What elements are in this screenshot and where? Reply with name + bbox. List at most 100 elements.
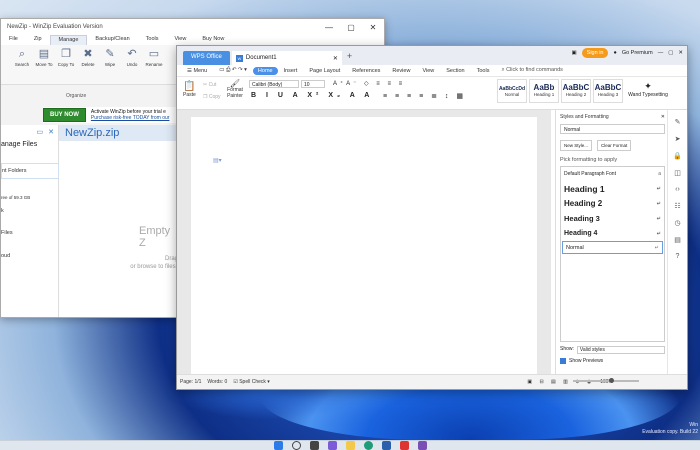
edit-icon[interactable]: ✎ (675, 118, 681, 126)
wand-typesetting-button[interactable]: ✦ Wand Typesetting (625, 81, 671, 98)
show-previews-row: Show Previews (560, 358, 665, 364)
tab-tools[interactable]: Tools (471, 68, 496, 74)
copy-button[interactable]: ❐ Copy (203, 94, 221, 100)
go-premium-link[interactable]: Go Premium (622, 50, 653, 56)
pane-close-icon[interactable]: ✕ (661, 114, 665, 120)
delete-button[interactable]: ✖ Delete (77, 48, 99, 67)
format-painter-button[interactable]: 🖌 Format Painter (225, 80, 245, 100)
tab-view[interactable]: View (167, 35, 195, 45)
store-icon[interactable] (381, 441, 391, 450)
wps-close-icon[interactable]: ✕ (678, 50, 683, 56)
close-pane-icon[interactable]: ✕ (48, 128, 54, 136)
style-item-heading-3[interactable]: Heading 3 ↵ (561, 211, 664, 226)
tab-section[interactable]: Section (440, 68, 470, 74)
wipe-button[interactable]: ✎ Wipe (99, 48, 121, 67)
tab-file[interactable]: File (1, 35, 26, 45)
command-search[interactable]: ⌕ Click to find commands (495, 67, 568, 74)
tab-zip[interactable]: Zip (26, 35, 50, 45)
quick-access-icons[interactable]: ▭ ⎙ ↶ ↷ ▾ (213, 67, 253, 74)
tab-home[interactable]: Home (252, 66, 278, 75)
zoom-handle[interactable] (609, 378, 614, 383)
new-tab-icon[interactable]: + (347, 51, 352, 61)
new-style-button[interactable]: New Style... (560, 140, 593, 151)
zoom-slider[interactable] (573, 378, 639, 383)
style-item-default-font[interactable]: Default Paragraph Font a (561, 167, 664, 181)
winzip-taskbar-icon[interactable] (417, 441, 427, 450)
sliders-icon[interactable]: ☷ (674, 202, 680, 210)
start-icon[interactable] (273, 441, 283, 450)
font-grow-shrink[interactable]: A⁺A⁻ ◇ ≡ ≡ ≡ (333, 80, 405, 87)
cursor-icon[interactable]: ➤ (675, 135, 681, 143)
current-style-select[interactable]: Normal (560, 124, 665, 134)
clear-format-button[interactable]: Clear Format (597, 140, 632, 151)
font-family-select[interactable]: Calibri (Body) (249, 80, 299, 88)
minimize-icon[interactable]: — (318, 23, 340, 32)
left-item-k[interactable]: k (1, 208, 4, 214)
show-label: Show: (560, 346, 574, 352)
paragraph-align-buttons[interactable]: ≡ ≡ ≡ ≡ ≣ ↕ ▦ (383, 92, 466, 100)
left-item-files[interactable]: Files (1, 230, 13, 236)
style-item-heading-1[interactable]: Heading 1 ↵ (561, 181, 664, 196)
copy-to-button[interactable]: ❐ Copy To (55, 48, 77, 67)
show-select[interactable]: Valid styles (576, 346, 665, 354)
edge-icon[interactable] (363, 441, 373, 450)
font-size-select[interactable]: 10 (301, 80, 325, 88)
dock-icon[interactable]: ▭ (37, 128, 44, 136)
cut-button[interactable]: ✂ Cut (203, 82, 216, 88)
style-item-heading-2[interactable]: Heading 2 ↵ (561, 196, 664, 211)
style-item-normal[interactable]: Normal ↵ (562, 241, 663, 254)
tab-buy-now[interactable]: Buy Now (194, 35, 232, 45)
tab-backup-clean[interactable]: Backup/Clean (87, 35, 137, 45)
tab-tools[interactable]: Tools (138, 35, 167, 45)
help-icon[interactable]: ? (676, 253, 680, 260)
style-heading-2[interactable]: AaBbC Heading 2 (561, 79, 591, 103)
show-filter: Show: Valid styles (560, 346, 665, 354)
purchase-link[interactable]: Purchase risk-free TODAY from our (91, 115, 170, 121)
wps-maximize-icon[interactable]: ▢ (668, 50, 673, 56)
explorer-icon[interactable] (345, 441, 355, 450)
buy-now-button[interactable]: BUY NOW (43, 108, 86, 122)
text-format-buttons[interactable]: B I U A X² X₂ A A (251, 92, 373, 99)
maximize-icon[interactable]: ▢ (340, 23, 362, 32)
tab-review[interactable]: Review (386, 68, 416, 74)
search-button[interactable]: ⌕ Search (11, 48, 33, 67)
style-heading-1[interactable]: AaBb Heading 1 (529, 79, 559, 103)
style-item-heading-4[interactable]: Heading 4 ↵ (561, 226, 664, 241)
page-count[interactable]: Page: 1/1 (180, 379, 201, 385)
search-icon[interactable] (291, 441, 301, 450)
document-page[interactable]: ▤▾ (191, 117, 537, 377)
undo-button[interactable]: ↶ Undo (121, 48, 143, 67)
menu-button[interactable]: ☰ Menu (181, 68, 213, 74)
tab-view[interactable]: View (416, 68, 440, 74)
task-view-icon[interactable] (309, 441, 319, 450)
spell-check-button[interactable]: ☑ Spell Check ▾ (233, 379, 269, 385)
shapes-icon[interactable]: ◫ (674, 169, 681, 177)
left-item-cloud[interactable]: oud (1, 253, 10, 259)
sign-in-button[interactable]: Sign in (581, 48, 609, 58)
style-normal[interactable]: AaBbCcDd Normal (497, 79, 527, 103)
layout-icon[interactable]: ▣ (571, 50, 576, 56)
paste-button[interactable]: 📋 Paste (183, 81, 196, 98)
wps-taskbar-icon[interactable] (399, 441, 409, 450)
move-to-button[interactable]: ▤ Move To (33, 48, 55, 67)
lock-icon[interactable]: 🔒 (673, 152, 682, 160)
tab-references[interactable]: References (346, 68, 386, 74)
document-tab[interactable]: W Document1 ✕ (231, 51, 342, 65)
tab-insert[interactable]: Insert (278, 68, 304, 74)
book-icon[interactable]: ▤ (674, 236, 681, 244)
code-icon[interactable]: ‹› (675, 186, 680, 193)
rename-button[interactable]: ▭ Rename (143, 48, 165, 67)
chat-icon[interactable] (327, 441, 337, 450)
wps-office-tab[interactable]: WPS Office (183, 51, 230, 65)
show-previews-checkbox[interactable] (560, 358, 566, 364)
recent-folders-item[interactable]: nt Folders (1, 163, 59, 179)
close-icon[interactable]: ✕ (362, 23, 384, 32)
word-count[interactable]: Words: 0 (207, 379, 227, 385)
style-heading-3[interactable]: AaBbC Heading 3 (593, 79, 623, 103)
wps-minimize-icon[interactable]: — (658, 50, 664, 56)
tab-manage[interactable]: Manage (49, 35, 88, 45)
wps-menu-bar: ☰ Menu ▭ ⎙ ↶ ↷ ▾ Home Insert Page Layout… (177, 65, 687, 77)
history-icon[interactable]: ◷ (674, 219, 680, 227)
close-tab-icon[interactable]: ✕ (333, 55, 338, 62)
tab-page-layout[interactable]: Page Layout (303, 68, 346, 74)
